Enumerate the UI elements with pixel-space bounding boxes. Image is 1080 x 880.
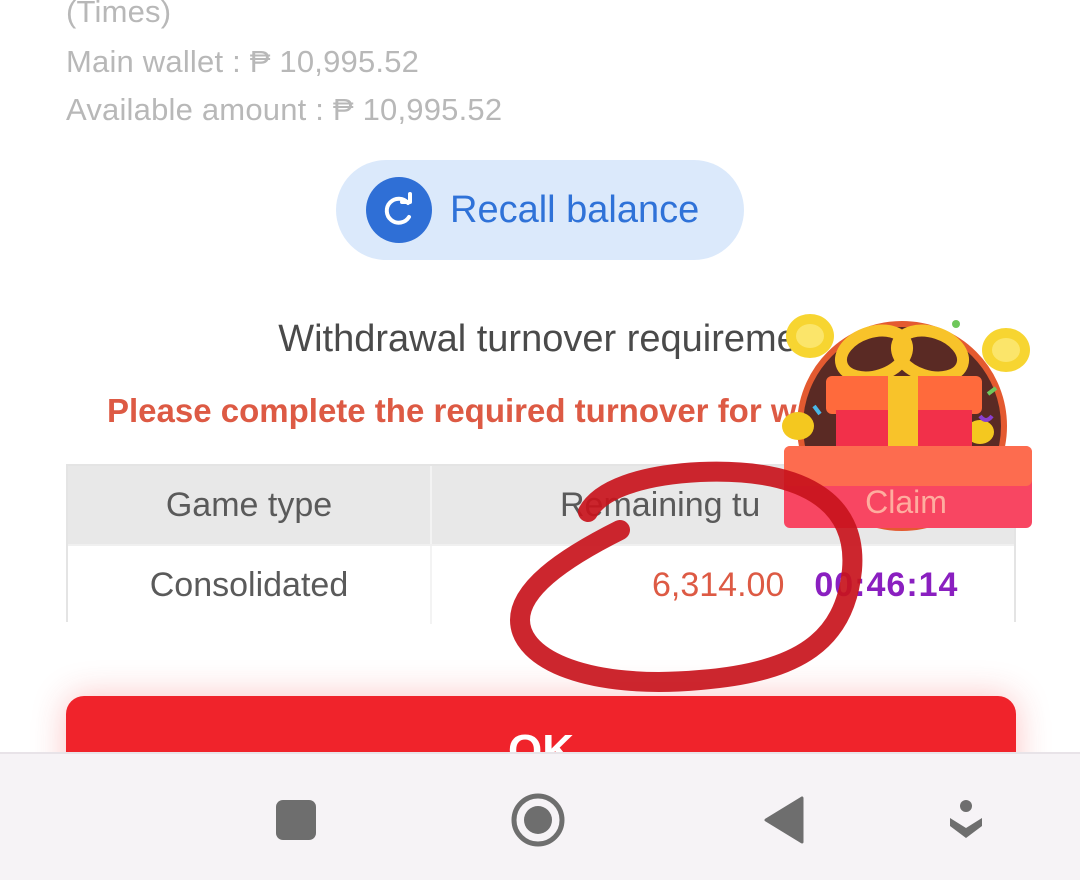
cell-remaining-turnover: 6,314.00 00:46:14	[432, 546, 1014, 624]
claim-countdown-timer: 00:46:14	[814, 565, 959, 604]
recent-apps-icon[interactable]	[268, 792, 324, 848]
claim-gift-widget[interactable]: Claim	[780, 306, 1040, 542]
withdrawal-page: (Times) Main wallet : ₱ 10,995.52 Availa…	[0, 0, 1080, 880]
cell-game-type: Consolidated	[68, 546, 432, 624]
system-navigation-bar	[0, 752, 1080, 880]
header-game-type: Game type	[68, 466, 432, 544]
times-label: (Times)	[66, 0, 172, 29]
turnover-warning: Please complete the required turnover fo…	[107, 392, 797, 429]
accessibility-icon[interactable]	[938, 792, 994, 848]
recall-balance-button[interactable]: Recall balance	[336, 160, 744, 260]
main-wallet-balance: Main wallet : ₱ 10,995.52	[66, 44, 420, 79]
table-row: Consolidated 6,314.00 00:46:14	[68, 544, 1014, 624]
recall-balance-label: Recall balance	[450, 188, 700, 231]
remaining-turnover-value: 6,314.00	[652, 565, 785, 604]
claim-label: Claim	[865, 484, 947, 520]
back-icon[interactable]	[756, 792, 812, 848]
refresh-icon	[366, 177, 432, 243]
available-amount: Available amount : ₱ 10,995.52	[66, 92, 503, 127]
home-icon[interactable]	[510, 792, 566, 848]
